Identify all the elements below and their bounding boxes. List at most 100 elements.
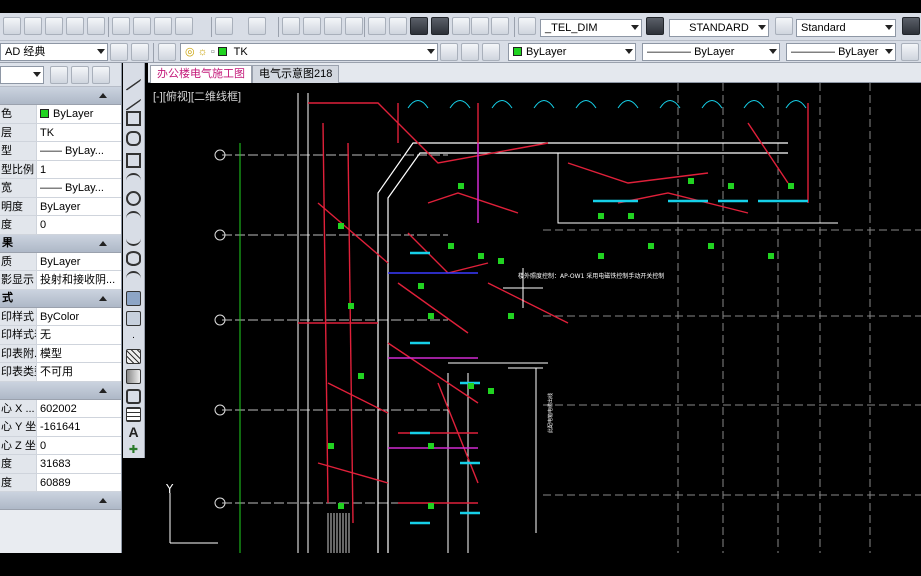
open-icon[interactable] — [24, 17, 42, 35]
property-value[interactable]: 0 — [36, 436, 121, 454]
property-value[interactable]: 模型 — [36, 344, 121, 362]
select-objects-icon[interactable] — [71, 66, 89, 84]
view-property-row[interactable]: 度 31683 — [0, 455, 121, 474]
print-icon[interactable] — [66, 17, 84, 35]
property-value[interactable]: —— ByLay... — [36, 179, 121, 197]
publish-icon[interactable] — [87, 17, 105, 35]
property-value[interactable]: 602002 — [36, 399, 121, 417]
properties-icon[interactable] — [368, 17, 386, 35]
color-combo[interactable]: ByLayer — [508, 43, 636, 61]
view-property-row[interactable]: 心 Y 坐...-161641 — [0, 418, 121, 437]
section-general[interactable] — [0, 87, 121, 105]
property-value[interactable]: ByColor — [36, 307, 121, 325]
circle-icon[interactable] — [126, 191, 141, 206]
property-value[interactable]: —— ByLay... — [36, 142, 121, 160]
spline-icon[interactable] — [126, 231, 141, 246]
markup-icon[interactable] — [452, 17, 470, 35]
insert-block-icon[interactable] — [126, 291, 141, 306]
property-value[interactable]: -161641 — [36, 418, 121, 436]
section-3d-effects[interactable]: 果 — [0, 234, 121, 253]
property-value[interactable]: ByLayer — [36, 197, 121, 215]
view-property-row[interactable]: 心 Z 坐...0 — [0, 436, 121, 455]
save-icon[interactable] — [45, 17, 63, 35]
property-value[interactable]: 0 — [36, 216, 121, 234]
paste-icon[interactable] — [154, 17, 172, 35]
copy-icon[interactable] — [133, 17, 151, 35]
tool-palettes-icon[interactable] — [410, 17, 428, 35]
dim-style-combo[interactable]: STANDARD — [669, 19, 769, 37]
plot-property-row[interactable]: 印样式表无 — [0, 326, 121, 345]
sheet-set-icon[interactable] — [431, 17, 449, 35]
drawing-canvas[interactable]: 楼外照度控制：AP-OW1 采用电磁铁控制手动开关控制 此配电箱电缆出线 Y — [148, 83, 921, 553]
layer-previous-icon[interactable] — [461, 43, 479, 61]
ellipse-arc-icon[interactable] — [126, 271, 141, 286]
arc-icon[interactable] — [126, 173, 141, 188]
section-plot-style[interactable]: 式 — [0, 289, 121, 308]
ellipse-icon[interactable] — [126, 251, 141, 266]
tab-drawing-2[interactable]: 电气示意图218 — [252, 65, 340, 83]
zoom-previous-icon[interactable] — [345, 17, 363, 35]
lineweight-combo[interactable]: ———— ByLayer — [786, 43, 896, 61]
polygon-icon[interactable] — [126, 131, 141, 146]
general-property-row[interactable]: 型 —— ByLay... — [0, 142, 121, 161]
polyline-icon[interactable] — [126, 111, 141, 126]
design-center-icon[interactable] — [389, 17, 407, 35]
make-current-layer-icon[interactable] — [440, 43, 458, 61]
plotstyle-icon[interactable] — [901, 43, 919, 61]
text-style-combo[interactable]: _TEL_DIM — [540, 19, 642, 37]
make-block-icon[interactable] — [126, 311, 141, 326]
toggle-pickadd-icon[interactable] — [50, 66, 68, 84]
tab-drawing-1[interactable]: 办公楼电气施工图 — [150, 65, 252, 83]
3d-property-row[interactable]: 影显示 投射和接收阴... — [0, 271, 121, 290]
plot-property-row[interactable]: 印表类型不可用 — [0, 363, 121, 382]
section-view[interactable] — [0, 381, 121, 400]
plot-property-row[interactable]: 印表附...模型 — [0, 344, 121, 363]
new-file-icon[interactable] — [3, 17, 21, 35]
add-selected-icon[interactable]: ✚ — [126, 443, 141, 458]
general-property-row[interactable]: 宽 —— ByLay... — [0, 179, 121, 198]
property-value[interactable]: TK — [36, 123, 121, 141]
property-value[interactable]: ByLayer — [36, 105, 121, 123]
dim-style-icon[interactable] — [646, 17, 664, 35]
section-misc[interactable] — [0, 492, 121, 510]
selection-combo[interactable] — [0, 66, 44, 84]
view-property-row[interactable]: 度 60889 — [0, 473, 121, 492]
point-icon[interactable]: · — [126, 331, 141, 346]
property-value[interactable]: 1 — [36, 160, 121, 178]
table-style-combo[interactable]: Standard — [796, 19, 896, 37]
rectangle-icon[interactable] — [126, 153, 141, 168]
pan-icon[interactable] — [282, 17, 300, 35]
layer-properties-icon[interactable] — [158, 43, 176, 61]
viewport-controls[interactable]: [-][俯视][二维线框] — [153, 88, 241, 104]
zoom-realtime-icon[interactable] — [303, 17, 321, 35]
text-style-icon[interactable] — [518, 17, 536, 35]
region-icon[interactable] — [126, 389, 141, 404]
table-style-icon[interactable] — [775, 17, 793, 35]
property-value[interactable]: 投射和接收阴... — [36, 271, 121, 289]
property-value[interactable]: 31683 — [36, 455, 121, 473]
general-property-row[interactable]: 色 ByLayer — [0, 105, 121, 124]
general-property-row[interactable]: 型比例 1 — [0, 160, 121, 179]
cad-drawing[interactable]: 楼外照度控制：AP-OW1 采用电磁铁控制手动开关控制此配电箱电缆出线 Y — [148, 83, 921, 553]
view-property-row[interactable]: 心 X ... 602002 — [0, 399, 121, 418]
revision-cloud-icon[interactable] — [126, 211, 141, 226]
workspace-settings-icon[interactable] — [110, 43, 128, 61]
general-property-row[interactable]: 层 TK — [0, 123, 121, 142]
property-value[interactable]: ByLayer — [36, 252, 121, 270]
3d-property-row[interactable]: 质 ByLayer — [0, 252, 121, 271]
property-value[interactable]: 不可用 — [36, 363, 121, 381]
general-property-row[interactable]: 度0 — [0, 216, 121, 235]
gear-icon[interactable] — [131, 43, 149, 61]
property-value[interactable]: 60889 — [36, 473, 121, 491]
plot-property-row[interactable]: 印样式 ByColor — [0, 307, 121, 326]
workspace-combo[interactable]: AD 经典 — [0, 43, 108, 61]
layer-combo[interactable]: ◎ ☼ ▫ TK — [180, 43, 438, 61]
cut-icon[interactable] — [112, 17, 130, 35]
property-value[interactable]: 无 — [36, 326, 121, 344]
quickcalc-icon[interactable] — [471, 17, 489, 35]
general-property-row[interactable]: 明度 ByLayer — [0, 197, 121, 216]
redo-icon[interactable] — [248, 17, 266, 35]
multiline-text-icon[interactable]: A — [126, 425, 141, 440]
zoom-window-icon[interactable] — [324, 17, 342, 35]
match-properties-icon[interactable] — [175, 17, 193, 35]
